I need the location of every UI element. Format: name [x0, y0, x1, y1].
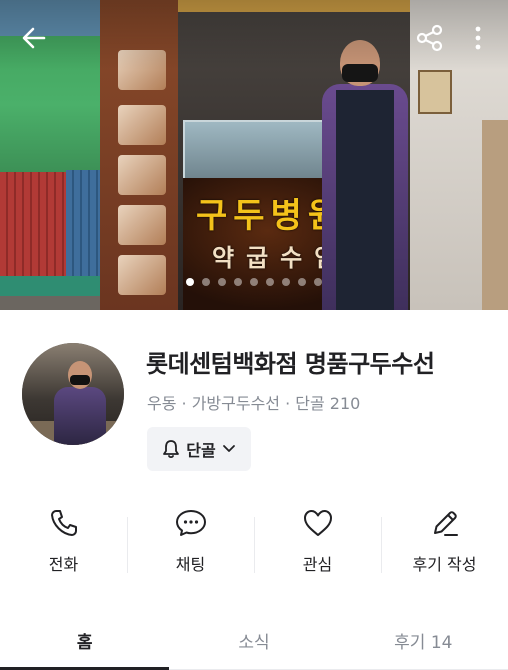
carousel-dot[interactable] — [314, 278, 322, 286]
carousel-dot[interactable] — [186, 278, 194, 286]
tab-bar: 홈 소식 후기 14 — [0, 612, 508, 670]
action-row: 전화 채팅 관심 후기 작성 — [0, 505, 508, 585]
carousel-dot[interactable] — [250, 278, 258, 286]
more-vertical-icon — [475, 26, 481, 50]
carousel-dot[interactable] — [298, 278, 306, 286]
share-button[interactable] — [408, 18, 452, 58]
tab-home[interactable]: 홈 — [0, 612, 170, 670]
write-review-button[interactable]: 후기 작성 — [381, 505, 508, 585]
tab-reviews[interactable]: 후기 14 — [339, 612, 508, 669]
shop-meta: 우동 · 가방구두수선 · 단골 210 — [147, 394, 361, 413]
share-icon — [416, 24, 443, 52]
carousel-dot[interactable] — [282, 278, 290, 286]
regular-customer-button[interactable]: 단골 — [147, 427, 251, 471]
carousel-dot[interactable] — [202, 278, 210, 286]
chevron-down-icon — [222, 445, 235, 452]
bell-icon — [163, 440, 180, 459]
more-options-button[interactable] — [458, 18, 498, 58]
chat-button[interactable]: 채팅 — [127, 505, 254, 585]
carousel-dot[interactable] — [218, 278, 226, 286]
call-label: 전화 — [48, 555, 79, 574]
back-button[interactable] — [12, 18, 56, 58]
arrow-left-icon — [22, 27, 46, 49]
pencil-icon — [433, 511, 458, 536]
shop-name: 롯데센텀백화점 명품구두수선 — [146, 350, 435, 378]
call-button[interactable]: 전화 — [0, 505, 127, 585]
carousel-dot[interactable] — [266, 278, 274, 286]
profile-avatar[interactable] — [22, 343, 124, 445]
chat-icon — [175, 510, 206, 536]
carousel-indicator — [0, 278, 508, 290]
chat-label: 채팅 — [175, 555, 206, 574]
tab-news[interactable]: 소식 — [169, 612, 338, 669]
shop-owner-figure — [322, 40, 408, 310]
carousel-dot[interactable] — [234, 278, 242, 286]
heart-icon — [303, 510, 332, 536]
phone-icon — [50, 510, 77, 536]
like-button[interactable]: 관심 — [254, 505, 381, 585]
regular-customer-label: 단골 — [186, 441, 216, 460]
like-label: 관심 — [302, 555, 333, 574]
write-review-label: 후기 작성 — [412, 555, 477, 574]
